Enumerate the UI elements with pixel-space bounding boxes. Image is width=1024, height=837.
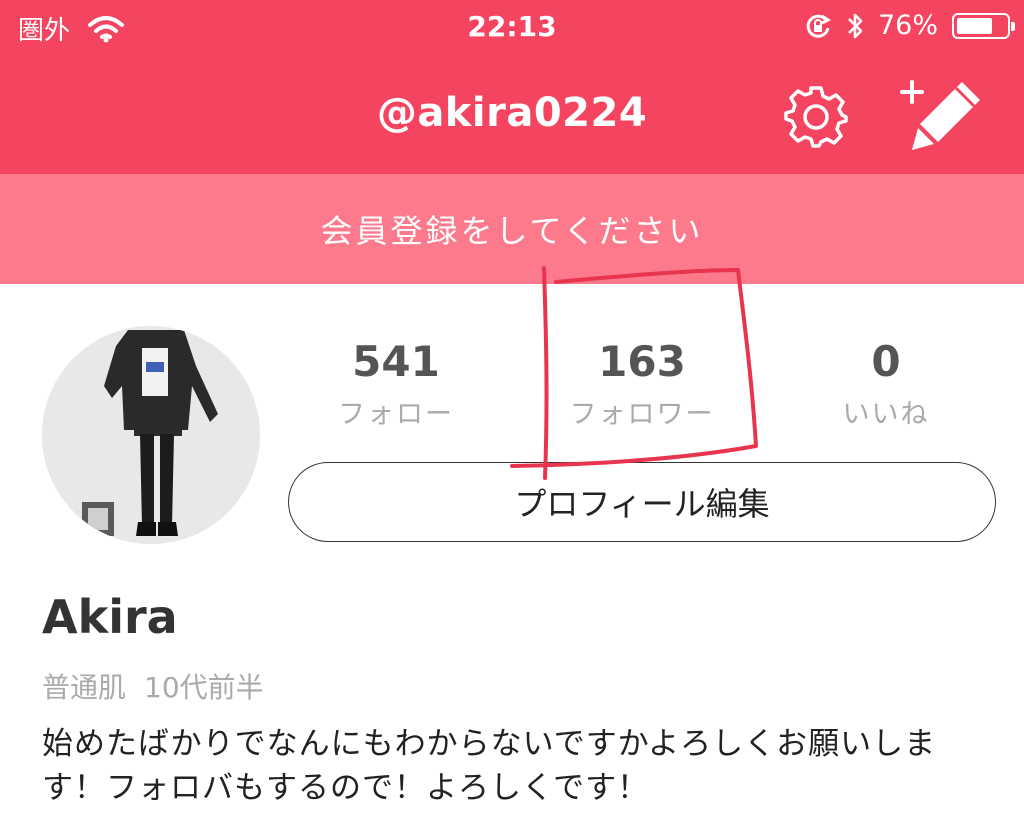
nav-bar: @akira0224 <box>0 56 1024 174</box>
skin-type: 普通肌 <box>42 671 127 704</box>
following-label: フォロー <box>338 399 454 430</box>
age-group: 10代前半 <box>144 671 264 704</box>
status-bar: 圏外 22:13 76% <box>0 0 1024 56</box>
profile-bio: 始めたばかりでなんにもわからないですかよろしくお願いしま す！フォロバもするので… <box>42 726 937 806</box>
rotation-lock-icon <box>806 14 831 38</box>
followers-count: 163 <box>598 337 686 386</box>
avatar-photo <box>42 326 260 544</box>
register-banner[interactable]: 会員登録をしてください <box>0 174 1024 284</box>
compose-icon[interactable] <box>896 76 986 156</box>
followers-stat[interactable]: 163 フォロワー <box>542 336 742 431</box>
battery-icon <box>952 12 1015 39</box>
avatar[interactable] <box>42 326 260 544</box>
likes-count: 0 <box>871 337 901 386</box>
following-count: 541 <box>352 337 440 386</box>
page-title: @akira0224 <box>376 90 648 136</box>
gear-icon[interactable] <box>784 84 848 148</box>
status-right: 76% <box>804 10 1015 41</box>
profile-meta: 普通肌 10代前半 <box>42 666 264 706</box>
display-name: Akira <box>42 590 178 644</box>
likes-stat[interactable]: 0 いいね <box>786 336 986 431</box>
bluetooth-icon <box>848 13 863 38</box>
battery-percent: 76% <box>877 10 938 41</box>
following-stat[interactable]: 541 フォロー <box>296 336 496 431</box>
followers-label: フォロワー <box>569 399 715 430</box>
likes-label: いいね <box>842 399 930 430</box>
edit-profile-button[interactable]: プロフィール編集 <box>288 462 996 542</box>
